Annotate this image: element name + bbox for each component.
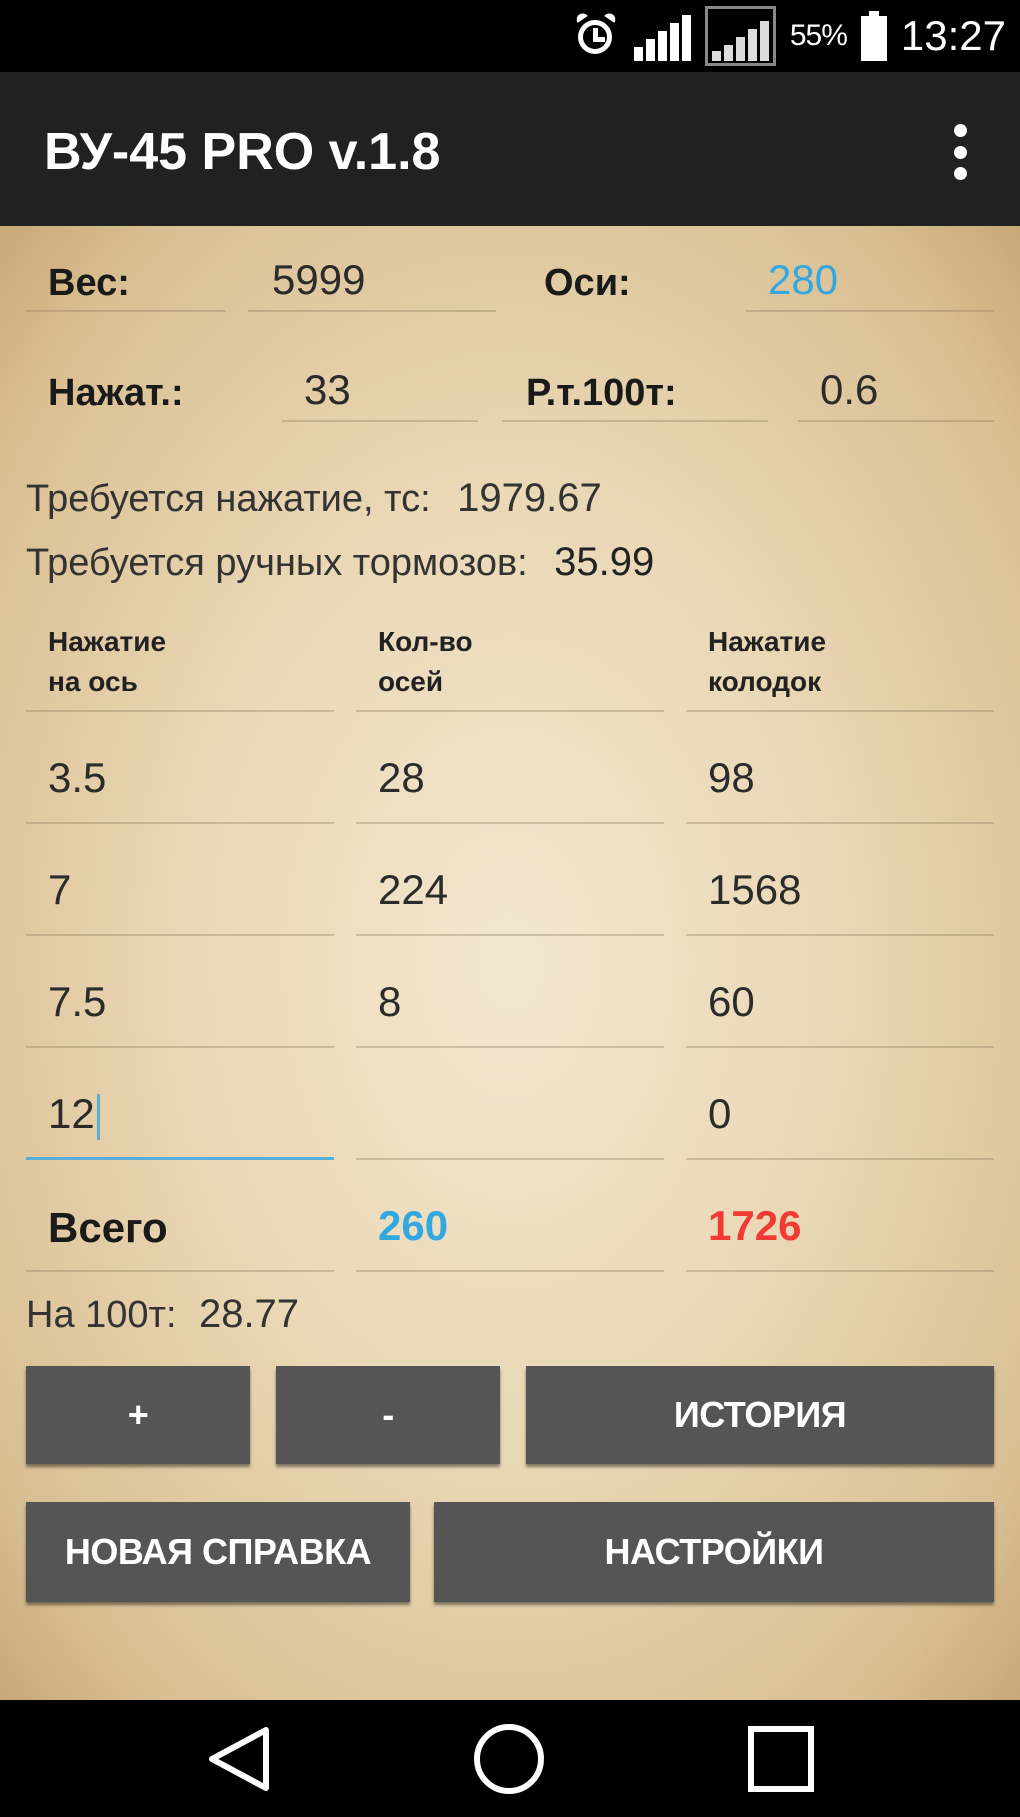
row2-axle-count-input[interactable]: 224 [356, 838, 664, 936]
header-axle-count: Кол-во осей [356, 616, 664, 712]
header-line: на ось [48, 666, 138, 697]
back-icon[interactable] [206, 1724, 276, 1794]
required-hand-row: Требуется ручных тормозов: 35.99 [26, 540, 1006, 596]
required-hand-value: 35.99 [554, 540, 655, 584]
row4-axle-count-input[interactable] [356, 1062, 664, 1160]
weight-input[interactable]: 5999 [248, 244, 496, 312]
new-reference-button[interactable]: НОВАЯ СПРАВКА [26, 1502, 410, 1602]
required-press-row: Требуется нажатие, тс: 1979.67 [26, 476, 1006, 532]
signal-icon [704, 6, 776, 66]
header-axle-press: Нажатие на ось [26, 616, 334, 712]
row2-axle-press-input[interactable]: 7 [26, 838, 334, 936]
per100-value: 28.77 [198, 1292, 300, 1336]
row1-shoe-press: 98 [686, 726, 994, 824]
main-content: Вес: 5999 Оси: 280 Нажат.: 33 Р.т.100т: … [0, 226, 1020, 1700]
required-hand-label: Требуется ручных тормозов: [26, 542, 528, 584]
axles-value: 280 [746, 244, 994, 312]
header-shoe-press: Нажатие колодок [686, 616, 994, 712]
header-line: Нажатие [708, 626, 827, 657]
axles-label: Оси: [544, 262, 631, 304]
alarm-icon [572, 11, 620, 60]
per100-label: На 100т: [26, 1294, 177, 1336]
signal-icon [633, 11, 691, 61]
row1-axle-count-input[interactable]: 28 [356, 726, 664, 824]
row4-axle-press-input[interactable]: 12 [26, 1062, 334, 1160]
home-icon[interactable] [474, 1724, 544, 1794]
status-bar: 55% 13:27 [0, 0, 1020, 72]
row4-shoe-press: 0 [686, 1062, 994, 1160]
row1-axle-press-input[interactable]: 3.5 [26, 726, 334, 824]
per100-row: На 100т: 28.77 [26, 1292, 626, 1348]
weight-label: Вес: [26, 244, 226, 312]
row3-axle-press-input[interactable]: 7.5 [26, 950, 334, 1048]
history-button[interactable]: ИСТОРИЯ [526, 1366, 994, 1464]
row2-shoe-press: 1568 [686, 838, 994, 936]
clock: 13:27 [900, 12, 1006, 59]
total-label: Всего [26, 1174, 334, 1272]
header-line: Кол-во [378, 626, 473, 657]
rt100-label: Р.т.100т: [502, 354, 768, 422]
row3-axle-count-input[interactable]: 8 [356, 950, 664, 1048]
press-input[interactable]: 33 [282, 354, 478, 422]
header-line: осей [378, 666, 444, 697]
row3-shoe-press: 60 [686, 950, 994, 1048]
battery-icon [860, 11, 887, 61]
battery-percent: 55% [789, 19, 848, 52]
rt100-input[interactable]: 0.6 [798, 354, 994, 422]
settings-button[interactable]: НАСТРОЙКИ [434, 1502, 994, 1602]
press-label: Нажат.: [48, 372, 184, 414]
header-line: Нажатие [48, 626, 167, 657]
app-title: ВУ-45 PRO v.1.8 [44, 123, 441, 181]
required-press-label: Требуется нажатие, тс: [26, 478, 431, 520]
minus-button[interactable]: - [276, 1366, 500, 1464]
row4-axle-press-text: 12 [48, 1090, 95, 1137]
total-axles: 260 [356, 1174, 664, 1272]
navigation-bar [0, 1700, 1020, 1817]
total-press: 1726 [686, 1174, 994, 1272]
text-cursor [96, 1093, 100, 1140]
required-press-value: 1979.67 [457, 476, 602, 520]
recent-apps-icon[interactable] [748, 1726, 814, 1792]
plus-button[interactable]: + [26, 1366, 250, 1464]
overflow-menu-icon[interactable] [952, 124, 968, 180]
header-line: колодок [708, 666, 822, 697]
action-bar: ВУ-45 PRO v.1.8 [0, 72, 1020, 226]
